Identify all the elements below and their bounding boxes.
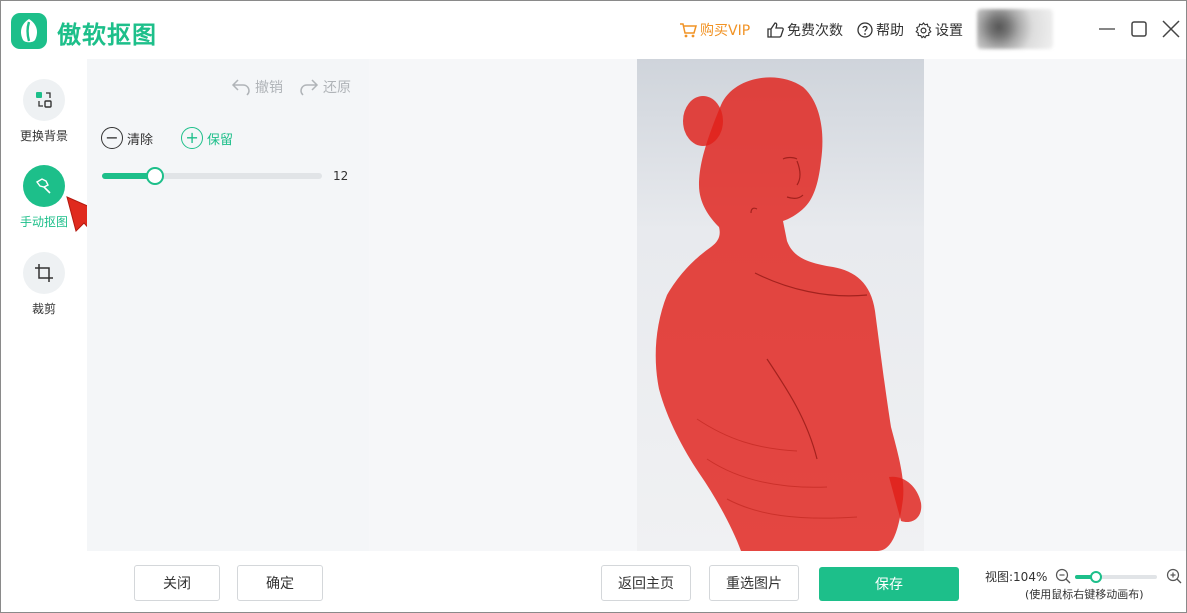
reselect-image-button[interactable]: 重选图片 [709,565,799,601]
close-icon [1162,20,1180,38]
keep-mode-label: 保留 [207,132,234,148]
maximize-icon [1131,21,1147,37]
zoom-out-button[interactable] [1055,568,1071,588]
bottom-bar: 返回主页 重选图片 保存 视图:104% (使用鼠标右键移动画布) [369,551,1186,612]
zoom-slider-handle[interactable] [1089,571,1102,583]
close-window-button[interactable] [1160,18,1182,40]
cart-icon [680,23,697,38]
masked-subject-image [637,59,924,551]
confirm-button[interactable]: 确定 [237,565,323,601]
help-button[interactable]: 帮助 [857,21,904,39]
redo-icon [300,79,319,96]
zoom-out-icon [1055,568,1071,584]
zoom-level-label: 视图:104% [985,570,1048,584]
return-home-button[interactable]: 返回主页 [601,565,691,601]
crop-icon [35,264,53,282]
buy-vip-button[interactable]: 购买VIP [679,21,750,39]
zoom-in-button[interactable] [1166,568,1182,588]
brush-size-value: 12 [333,169,349,183]
app-logo-icon [11,13,47,49]
plus-circle-icon: + [181,127,204,149]
brush-size-slider[interactable] [102,167,322,185]
left-rail: 更换背景 手动抠图 裁剪 [1,59,87,612]
clear-mode-button[interactable]: − 清除 [101,127,153,149]
photo-preview [637,59,924,551]
minimize-icon [1099,28,1115,30]
rail-item-change-background[interactable]: 更换背景 [1,79,87,144]
avatar[interactable] [977,9,1053,49]
settings-label: 设置 [935,23,963,39]
rail-icon-circle [23,79,65,121]
rail-label: 裁剪 [31,302,56,316]
zoom-hint: (使用鼠标右键移动画布) [1025,588,1144,601]
swap-background-icon [36,92,52,108]
help-label: 帮助 [876,23,904,39]
panel-footer: 关闭 确定 [87,551,369,612]
gear-icon [915,21,932,39]
title-bar: 傲软抠图 购买VIP 免费次数 帮助 设置 [1,1,1186,59]
rail-label: 更换背景 [19,129,68,143]
buy-vip-label: 购买VIP [700,23,751,39]
minimize-button[interactable] [1096,18,1118,40]
maximize-button[interactable] [1128,18,1150,40]
zoom-in-icon [1166,568,1182,584]
brush-size-slider-handle[interactable] [145,167,164,185]
undo-icon [231,79,250,96]
image-canvas[interactable] [369,59,1186,551]
save-button[interactable]: 保存 [819,567,959,601]
clear-mode-label: 清除 [127,132,154,148]
brush-mode-row: − 清除 + 保留 [101,127,261,149]
manual-cutout-icon [35,178,51,194]
rail-icon-circle [23,165,65,207]
thumbs-up-icon [767,22,784,38]
free-count-button[interactable]: 免费次数 [767,21,843,39]
rail-icon-circle [23,252,65,294]
free-count-label: 免费次数 [787,23,843,39]
close-button[interactable]: 关闭 [134,565,220,601]
undo-button[interactable]: 撤销 [231,77,283,97]
redo-label: 还原 [323,80,351,96]
app-window: 傲软抠图 购买VIP 免费次数 帮助 设置 更换背景 手动抠图 裁剪 撤销 还原… [0,0,1187,613]
help-icon [857,22,873,38]
keep-mode-button[interactable]: + 保留 [181,127,233,149]
app-title: 傲软抠图 [57,21,157,49]
minus-circle-icon: − [101,127,123,149]
redo-button[interactable]: 还原 [299,77,351,97]
settings-button[interactable]: 设置 [915,21,963,39]
undo-label: 撤销 [255,80,283,96]
tool-panel: 撤销 还原 − 清除 + 保留 12 [87,59,369,551]
zoom-slider[interactable] [1075,571,1157,583]
